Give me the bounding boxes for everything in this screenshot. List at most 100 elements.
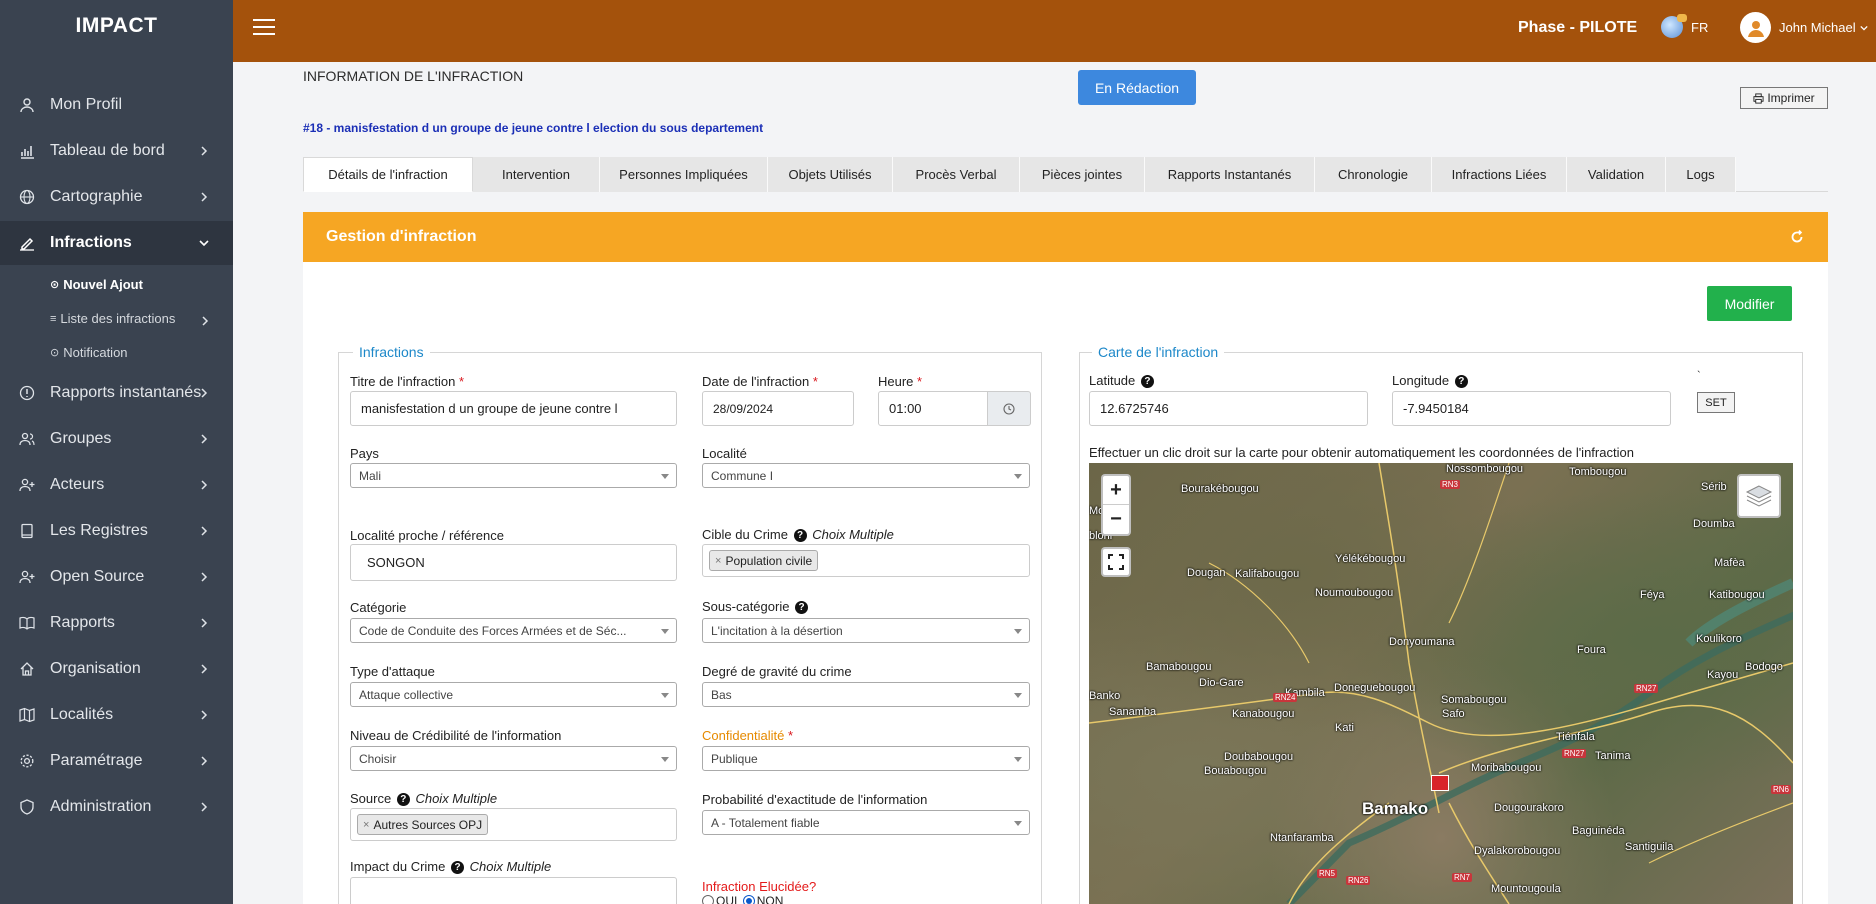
infraction-reference: #18 - manisfestation d un groupe de jeun…	[303, 121, 764, 135]
chevron-right-icon	[202, 316, 209, 326]
sidebar-item-label: Acteurs	[50, 476, 105, 493]
road-label: RN24	[1273, 693, 1298, 702]
tab-proces-verbal[interactable]: Procès Verbal	[893, 157, 1020, 192]
tab-validation[interactable]: Validation	[1567, 157, 1666, 192]
credibilite-select[interactable]: Choisir	[350, 746, 677, 771]
set-button[interactable]: SET	[1697, 392, 1735, 413]
tab-rapports-instantanes[interactable]: Rapports Instantanés	[1145, 157, 1315, 192]
tab-logs[interactable]: Logs	[1666, 157, 1736, 192]
zoom-in-button[interactable]: +	[1103, 476, 1129, 505]
modifier-button[interactable]: Modifier	[1707, 286, 1792, 321]
chevron-right-icon	[201, 388, 208, 398]
zoom-out-button[interactable]: −	[1103, 505, 1129, 534]
tab-personnes-impliquees[interactable]: Personnes Impliquées	[600, 157, 768, 192]
localite-proche-input[interactable]: SONGON	[350, 544, 677, 581]
gravite-label: Degré de gravité du crime	[702, 664, 852, 679]
map-place-label: Dio-Gare	[1199, 677, 1244, 689]
tab-intervention[interactable]: Intervention	[473, 157, 600, 192]
brand-logo[interactable]: IMPACT	[0, 0, 233, 52]
confidentialite-select[interactable]: Publique	[702, 746, 1030, 771]
sidebar-item-rapports-instantanes[interactable]: Rapports instantanés	[0, 371, 233, 415]
sidebar: IMPACT Mon Profil Tableau de bord Cartog…	[0, 0, 233, 904]
heure-label: Heure *	[878, 374, 923, 389]
layers-icon[interactable]	[1737, 474, 1781, 518]
radio-oui[interactable]	[702, 895, 714, 904]
impact-multiselect[interactable]	[350, 877, 677, 904]
tab-chronologie[interactable]: Chronologie	[1315, 157, 1432, 192]
sidebar-item-tableau-de-bord[interactable]: Tableau de bord	[0, 129, 233, 173]
chevron-right-icon	[201, 756, 208, 766]
tag-chip[interactable]: × Autres Sources OPJ	[357, 814, 489, 835]
sidebar-item-localites[interactable]: Localités	[0, 693, 233, 737]
sidebar-item-groupes[interactable]: Groupes	[0, 417, 233, 461]
circle-dot-icon: ⊙	[50, 279, 60, 291]
categorie-label: Catégorie	[350, 600, 407, 615]
tab-pieces-jointes[interactable]: Pièces jointes	[1020, 157, 1145, 192]
open-book-icon	[18, 615, 35, 632]
sous-categorie-select[interactable]: L'incitation à la désertion	[702, 618, 1030, 643]
dropdown-arrow-icon	[1014, 821, 1022, 826]
map-place-label: Noumoubougou	[1315, 587, 1394, 599]
probabilite-select[interactable]: A - Totalement fiable	[702, 810, 1030, 835]
sidebar-item-rapports[interactable]: Rapports	[0, 601, 233, 645]
chevron-right-icon	[201, 434, 208, 444]
status-button[interactable]: En Rédaction	[1078, 70, 1196, 105]
map-roads	[1089, 463, 1793, 904]
sidebar-item-acteurs[interactable]: Acteurs	[0, 463, 233, 507]
user-menu[interactable]: John Michael	[1740, 12, 1868, 43]
radio-non[interactable]	[742, 895, 755, 904]
cible-multiselect[interactable]: × Population civile	[702, 544, 1030, 577]
pays-select[interactable]: Mali	[350, 463, 677, 488]
sidebar-item-les-registres[interactable]: Les Registres	[0, 509, 233, 553]
sidebar-item-cartographie[interactable]: Cartographie	[0, 175, 233, 219]
sidebar-item-open-source[interactable]: Open Source	[0, 555, 233, 599]
language-selector[interactable]: FR	[1661, 14, 1708, 38]
chevron-right-icon	[201, 526, 208, 536]
page-title: INFORMATION DE L'INFRACTION	[303, 68, 524, 84]
titre-input[interactable]: manisfestation d un groupe de jeune cont…	[350, 391, 677, 426]
map-place-label: Moribabougou	[1471, 762, 1542, 774]
map-place-label: Kayou	[1707, 669, 1739, 681]
tab-infractions-liees[interactable]: Infractions Liées	[1432, 157, 1567, 192]
print-button[interactable]: Imprimer	[1740, 87, 1828, 109]
sidebar-subitem-notification[interactable]: ⊙ Notification	[50, 345, 128, 360]
location-marker-icon[interactable]	[1431, 775, 1449, 791]
road-label: RN6	[1771, 785, 1792, 794]
road-label: RN3	[1440, 480, 1461, 489]
localite-select[interactable]: Commune I	[702, 463, 1030, 488]
sidebar-subitem-nouvel-ajout[interactable]: ⊙ Nouvel Ajout	[50, 277, 143, 292]
map-place-label: Tiénfala	[1556, 731, 1595, 743]
titre-label: Titre de l'infraction *	[350, 374, 465, 389]
clock-icon[interactable]	[987, 391, 1031, 426]
type-attaque-select[interactable]: Attaque collective	[350, 682, 677, 707]
sidebar-item-administration[interactable]: Administration	[0, 785, 233, 829]
elucidee-radio-group: OUI NON	[702, 894, 783, 904]
longitude-input[interactable]: -7.9450184	[1392, 391, 1671, 426]
heure-input[interactable]: 01:00	[878, 391, 988, 426]
date-input[interactable]: 28/09/2024	[702, 391, 854, 426]
sidebar-item-parametrage[interactable]: Paramétrage	[0, 739, 233, 783]
gravite-select[interactable]: Bas	[702, 682, 1030, 707]
refresh-icon[interactable]	[1790, 230, 1804, 244]
hamburger-menu-icon[interactable]	[253, 19, 275, 37]
map-canvas[interactable]: Nossombougou Tombougou Bourakébougou Sér…	[1089, 463, 1793, 904]
tag-chip[interactable]: × Population civile	[709, 550, 819, 571]
tab-objets-utilises[interactable]: Objets Utilisés	[768, 157, 893, 192]
latitude-input[interactable]: 12.6725746	[1089, 391, 1368, 426]
remove-tag-icon: ×	[715, 554, 722, 567]
tab-details[interactable]: Détails de l'infraction	[303, 157, 473, 192]
sidebar-item-infractions[interactable]: Infractions	[0, 221, 233, 265]
sidebar-subitem-liste-des-infractions[interactable]: ≡ Liste des infractions	[50, 311, 175, 326]
map-place-label: Dougan	[1187, 567, 1226, 579]
help-icon: ?	[793, 529, 807, 542]
map-place-label: Santiguila	[1625, 841, 1674, 853]
infractions-legend: Infractions	[353, 344, 430, 360]
fullscreen-icon[interactable]	[1101, 547, 1131, 577]
cible-label: Cible du Crime ? Choix Multiple	[702, 527, 894, 542]
sidebar-item-organisation[interactable]: Organisation	[0, 647, 233, 691]
source-multiselect[interactable]: × Autres Sources OPJ	[350, 808, 677, 841]
help-icon: ?	[1140, 375, 1154, 388]
user-plus-icon	[18, 477, 35, 494]
categorie-select[interactable]: Code de Conduite des Forces Armées et de…	[350, 618, 677, 643]
sidebar-item-mon-profil[interactable]: Mon Profil	[0, 83, 233, 127]
